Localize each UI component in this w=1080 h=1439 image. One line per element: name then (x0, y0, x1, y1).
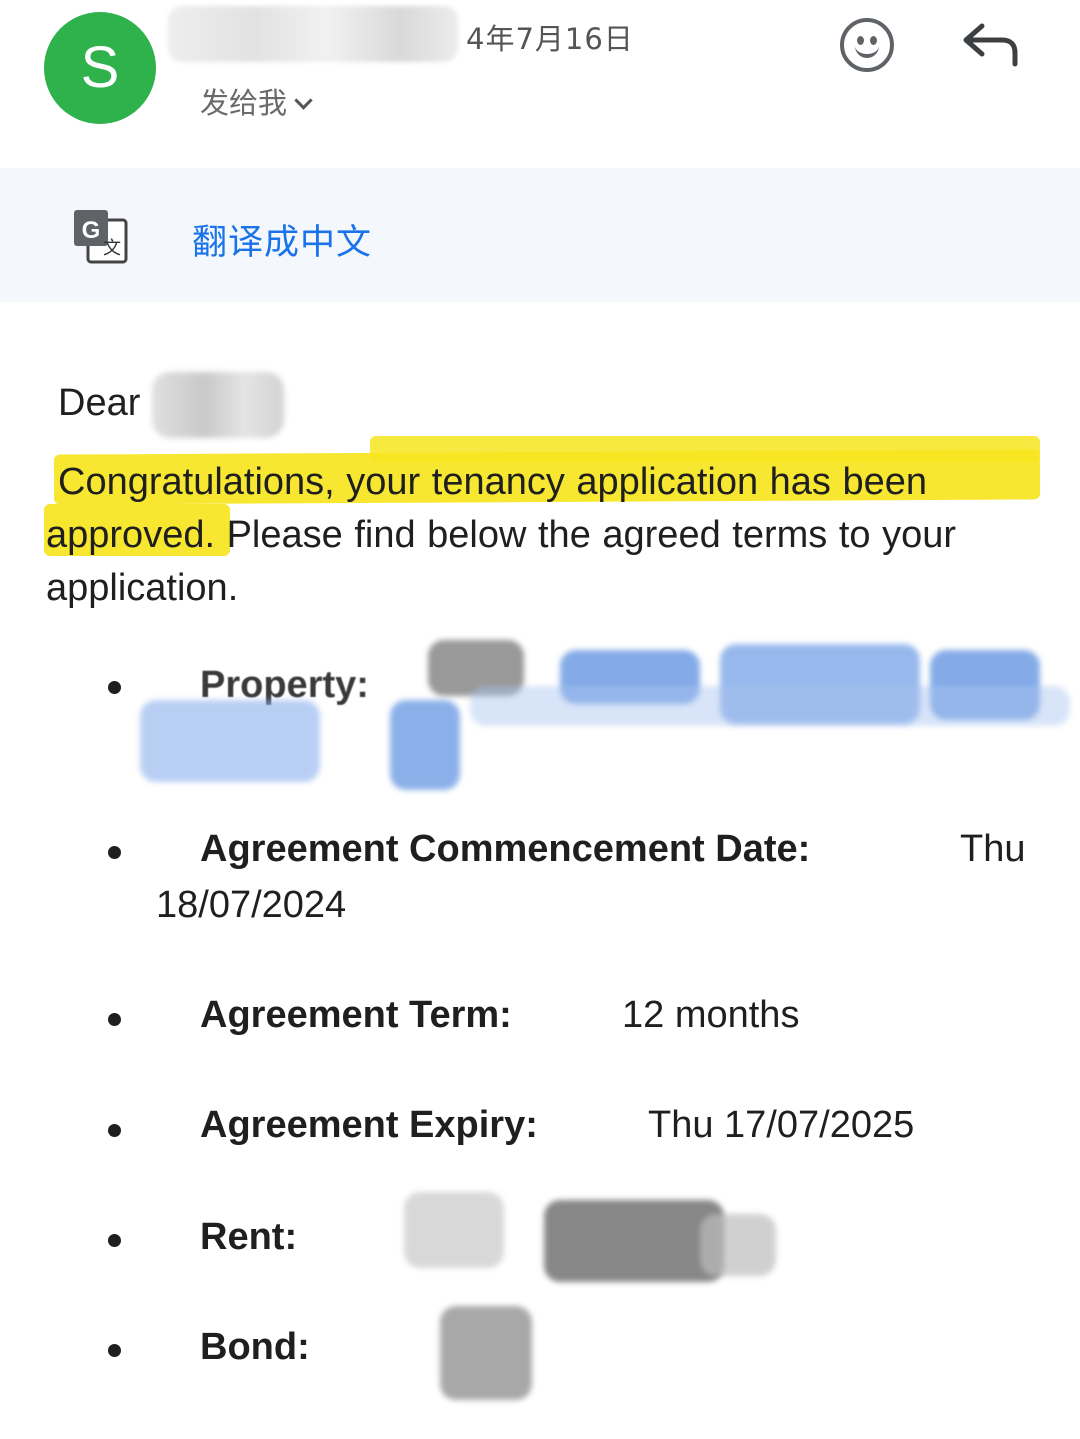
term-label-commencement: Agreement Commencement Date: (200, 828, 811, 870)
sender-avatar[interactable]: S (44, 12, 156, 124)
list-bullet (108, 1124, 121, 1137)
term-label-term: Agreement Term: (200, 994, 512, 1036)
term-value-commencement-date: 18/07/2024 (156, 884, 347, 926)
list-bullet (108, 1013, 121, 1026)
list-bullet (108, 1234, 121, 1247)
term-value-term: 12 months (622, 994, 800, 1036)
google-translate-icon: G 文 (74, 210, 128, 264)
reply-icon[interactable] (960, 20, 1022, 70)
property-redaction (390, 700, 460, 790)
term-value-commencement-day: Thu (960, 828, 1026, 870)
sender-name-redacted (168, 6, 458, 62)
rent-redaction (700, 1214, 776, 1276)
property-redaction (470, 686, 1070, 726)
rent-redaction (404, 1192, 504, 1268)
term-label-rent: Rent: (200, 1216, 298, 1258)
rent-redaction (544, 1200, 724, 1282)
greeting: Dear (58, 382, 141, 424)
translate-to-chinese-link[interactable]: 翻译成中文 (192, 214, 372, 265)
intro-paragraph: Congratulations, your tenancy applicatio… (46, 461, 956, 609)
translate-bar: G 文 翻译成中文 (0, 168, 1080, 302)
term-value-expiry: Thu 17/07/2025 (648, 1104, 915, 1146)
svg-text:G: G (82, 217, 101, 244)
list-bullet (108, 1344, 121, 1357)
bond-redaction (440, 1306, 532, 1400)
svg-text:文: 文 (103, 238, 121, 259)
recipient-name-redacted (152, 372, 284, 438)
list-bullet (108, 681, 121, 694)
recipient-toggle[interactable]: 发给我 (200, 80, 313, 122)
term-label-bond: Bond: (200, 1326, 310, 1368)
term-label-expiry: Agreement Expiry: (200, 1104, 538, 1146)
recipient-label: 发给我 (200, 86, 288, 120)
chevron-down-icon (294, 91, 313, 110)
smiley-icon[interactable] (840, 18, 894, 72)
list-bullet (108, 846, 121, 859)
email-date: 4年7月16日 (466, 22, 634, 56)
property-redaction (140, 700, 320, 782)
